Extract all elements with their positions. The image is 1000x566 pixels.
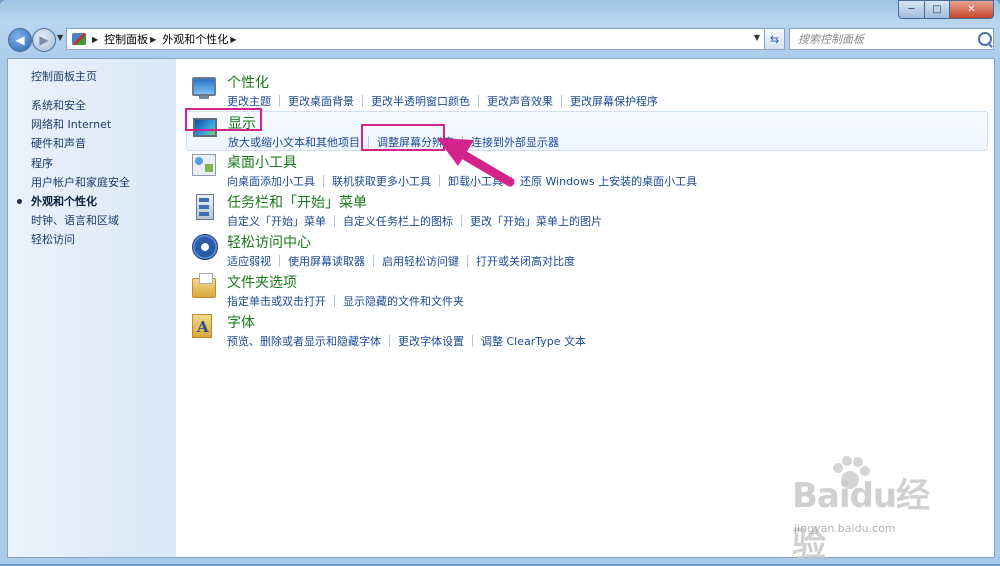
baidu-watermark: Baidu经验 jingyan.baidu.com bbox=[760, 456, 960, 565]
watermark-logo: Baidu经验 bbox=[792, 476, 930, 565]
control-panel-window: ─ □ ✕ ◀ ▶ ▼ ▶ 控制面板 ▶ 外观和个性化 ▶ ▼ ⇆ 控制面板主页… bbox=[0, 0, 1000, 565]
watermark-url: jingyan.baidu.com bbox=[794, 522, 896, 535]
